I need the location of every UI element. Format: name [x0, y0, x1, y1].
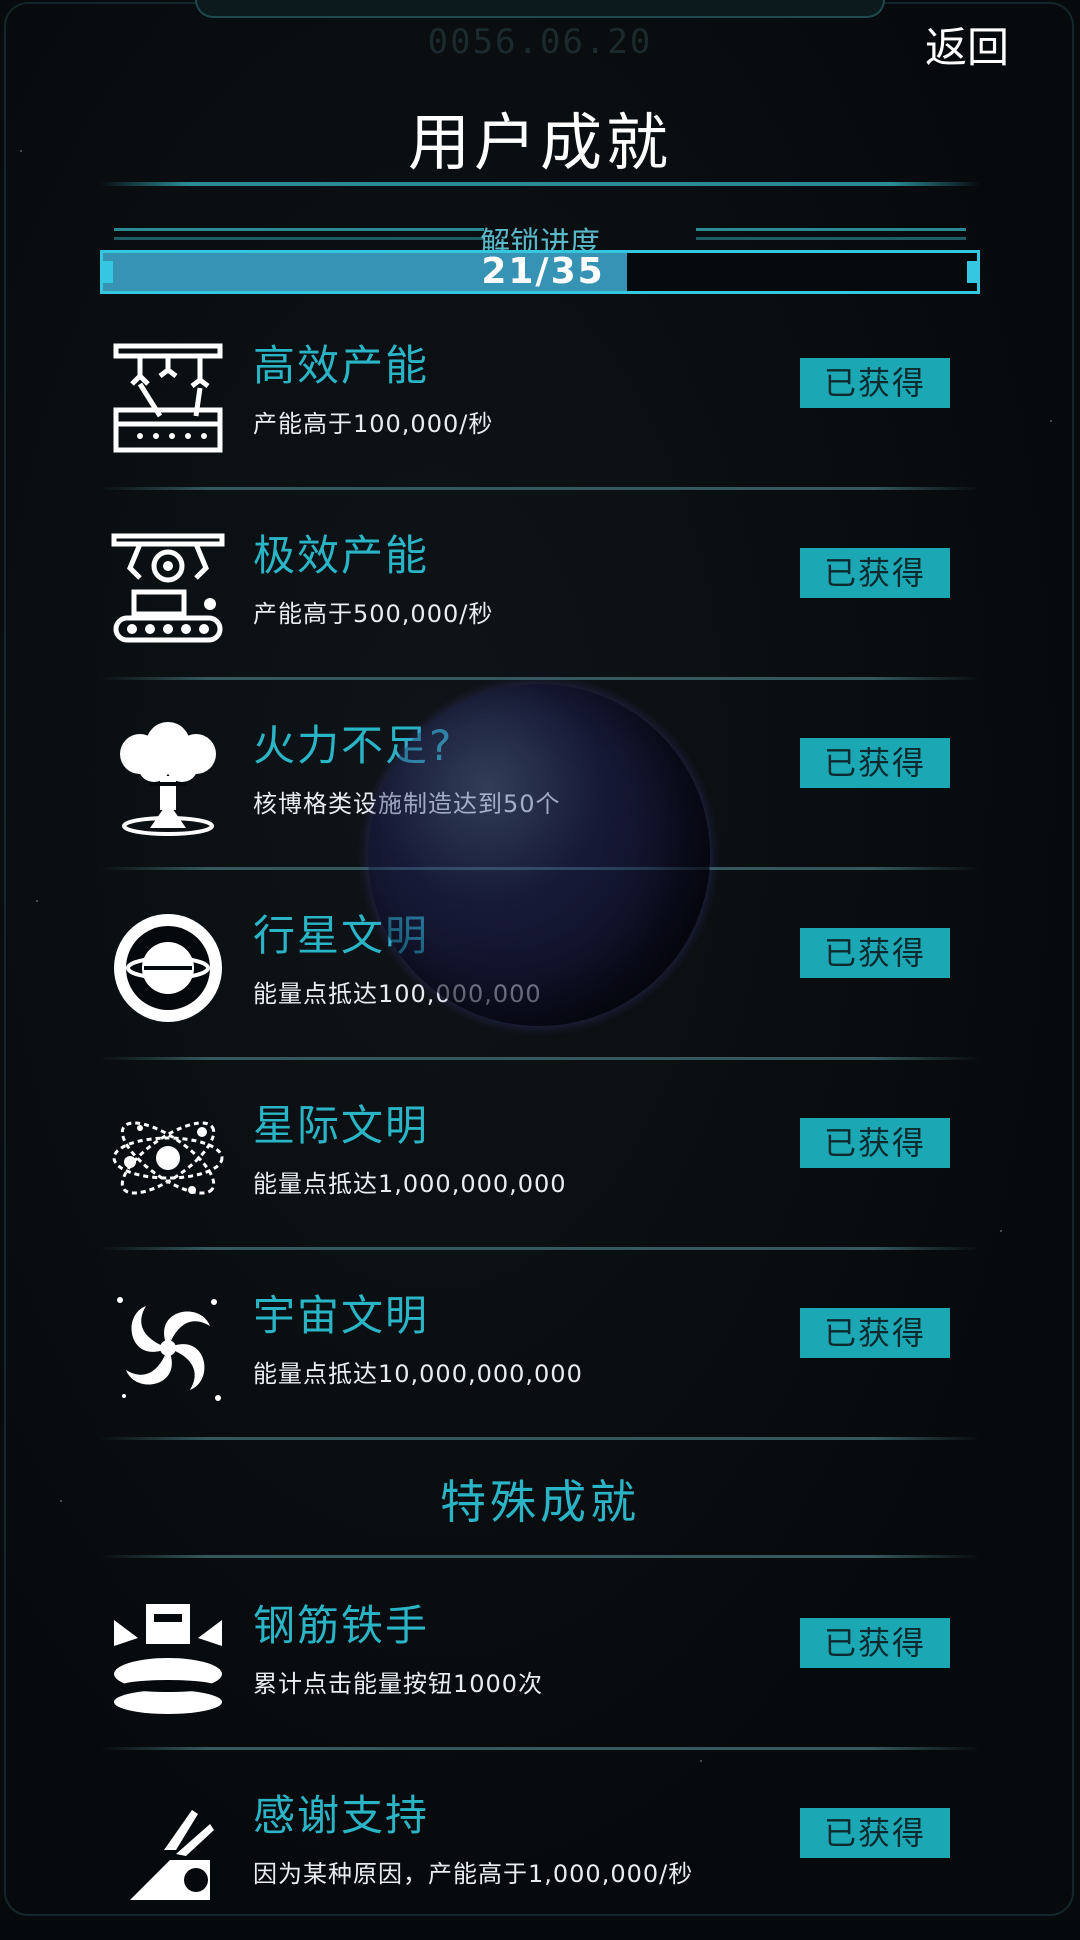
- achievement-name: 高效产能: [253, 341, 430, 390]
- achievement-name: 钢筋铁手: [253, 1601, 430, 1650]
- galaxy-swirl-icon: [117, 1297, 221, 1401]
- top-tab-decoration: [195, 0, 885, 18]
- progress-bar: 21/35: [100, 250, 980, 294]
- section-divider: [100, 1555, 980, 1558]
- achievement-desc: 能量点抵达1,000,000,000: [253, 1170, 567, 1198]
- achievement-name: 星际文明: [253, 1101, 430, 1150]
- back-button[interactable]: 返回: [925, 14, 1009, 75]
- achievement-status-button[interactable]: 已获得: [800, 358, 950, 408]
- star-decoration: [1050, 420, 1052, 422]
- ringed-planet-icon: [114, 914, 222, 1022]
- achievement-row: 高效产能 产能高于100,000/秒 已获得: [100, 300, 980, 490]
- special-section-title: 特殊成就: [440, 1475, 640, 1529]
- achievement-status-button[interactable]: 已获得: [800, 1618, 950, 1668]
- achievement-desc: 产能高于500,000/秒: [253, 600, 494, 628]
- planet-decoration: [368, 684, 710, 1026]
- achievement-name: 极效产能: [253, 531, 430, 580]
- unlock-progress: 解锁进度 21/35: [100, 218, 980, 296]
- achievement-status-button[interactable]: 已获得: [800, 928, 950, 978]
- achievement-status-button[interactable]: 已获得: [800, 1118, 950, 1168]
- achievement-status-button[interactable]: 已获得: [800, 738, 950, 788]
- atom-orbit-icon: [112, 1121, 224, 1195]
- mushroom-cloud-icon: [120, 722, 216, 836]
- press-button-icon: [114, 1604, 222, 1714]
- achievement-desc: 能量点抵达10,000,000,000: [253, 1360, 583, 1388]
- conveyor-gear-icon: [111, 533, 225, 643]
- achievement-desc: 因为某种原因，产能高于1,000,000/秒: [253, 1860, 694, 1888]
- progress-count: 21/35: [481, 251, 605, 292]
- star-decoration: [36, 900, 38, 902]
- achievement-row: 极效产能 产能高于500,000/秒 已获得: [100, 490, 980, 680]
- hand-support-icon: [130, 1810, 214, 1900]
- achievement-desc: 产能高于100,000/秒: [253, 410, 494, 438]
- achievement-name: 宇宙文明: [253, 1291, 430, 1340]
- achievement-desc: 累计点击能量按钮1000次: [253, 1670, 544, 1698]
- row-divider: [100, 1437, 980, 1440]
- achievement-row: 宇宙文明 能量点抵达10,000,000,000 已获得: [100, 1250, 980, 1440]
- achievement-status-button[interactable]: 已获得: [800, 1308, 950, 1358]
- factory-robot-arm-icon: [113, 343, 223, 453]
- achievement-row: 钢筋铁手 累计点击能量按钮1000次 已获得: [100, 1560, 980, 1750]
- star-decoration: [1000, 1230, 1002, 1232]
- achievement-row: 感谢支持 因为某种原因，产能高于1,000,000/秒 已获得: [100, 1750, 980, 1940]
- title-divider: [100, 182, 980, 186]
- page-title: 用户成就: [407, 106, 672, 179]
- achievement-status-button[interactable]: 已获得: [800, 548, 950, 598]
- achievement-status-button[interactable]: 已获得: [800, 1808, 950, 1858]
- achievement-row: 星际文明 能量点抵达1,000,000,000 已获得: [100, 1060, 980, 1250]
- achievement-name: 感谢支持: [253, 1791, 430, 1840]
- date-display: 0056.06.20: [427, 22, 653, 62]
